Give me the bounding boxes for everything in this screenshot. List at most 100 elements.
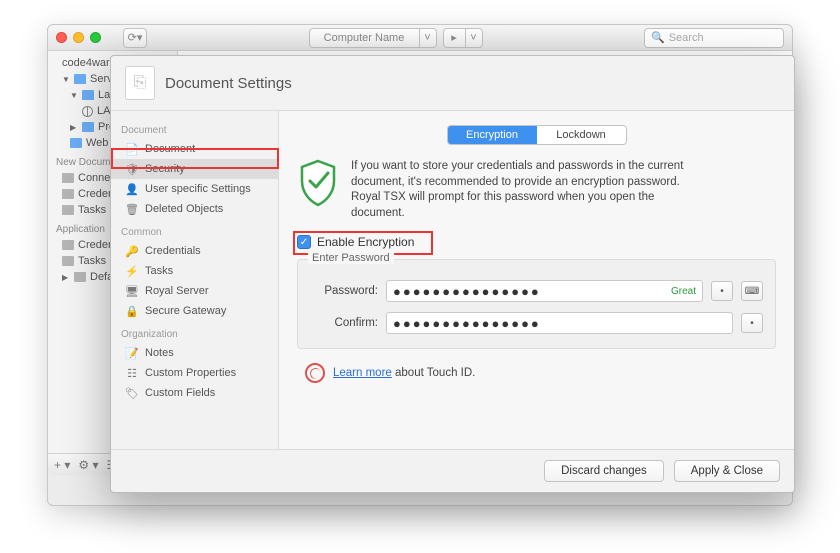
search-icon: 🔍 [651, 31, 665, 44]
confirm-row: Confirm: ●●●●●●●●●●●●●●● • [310, 312, 763, 334]
folder-icon [62, 205, 74, 215]
modal-item-label: Deleted Objects [145, 203, 223, 215]
modal-item-custom-properties[interactable]: ☷ Custom Properties [111, 363, 278, 383]
modal-item-label: Document [145, 143, 195, 155]
modal-footer: Discard changes Apply & Close [111, 449, 794, 492]
touchid-row: Learn more about Touch ID. [305, 363, 776, 383]
search-placeholder: Search [669, 32, 704, 44]
folder-icon [74, 272, 86, 282]
modal-section-document: Document [111, 117, 278, 139]
password-legend: Enter Password [308, 252, 394, 264]
password-row: Password: ●●●●●●●●●●●●●●● Great • ⌨ [310, 280, 763, 302]
enable-encryption-row: ✓ Enable Encryption [297, 235, 776, 249]
enable-encryption-label: Enable Encryption [317, 235, 414, 249]
confirm-value: ●●●●●●●●●●●●●●● [393, 316, 541, 331]
tab-lockdown[interactable]: Lockdown [537, 126, 626, 144]
password-value: ●●●●●●●●●●●●●●● [393, 284, 541, 299]
folder-icon [62, 240, 74, 250]
modal-item-custom-fields[interactable]: 🏷 Custom Fields [111, 383, 278, 403]
apply-close-button[interactable]: Apply & Close [674, 460, 780, 482]
close-window-button[interactable] [56, 32, 67, 43]
modal-item-label: Custom Properties [145, 367, 236, 379]
document-thumb-icon: ⎘ [125, 66, 155, 100]
folder-icon [62, 189, 74, 199]
play-button[interactable]: ▸ [443, 28, 465, 48]
play-dropdown[interactable]: ˅ [465, 28, 483, 48]
folder-icon [74, 74, 86, 84]
titlebar: ⟳▾ Computer Name ˅ ▸ ˅ 🔍 Search [48, 25, 792, 51]
computer-name-group: Computer Name ˅ [309, 28, 437, 48]
tasks-icon: ⚡ [125, 264, 139, 278]
chevron-down-icon: ▼ [70, 91, 78, 100]
tab-encryption[interactable]: Encryption [448, 126, 537, 144]
add-button[interactable]: + ▾ [54, 458, 70, 472]
reveal-password-button[interactable]: • [711, 281, 733, 301]
modal-item-label: Security [145, 163, 185, 175]
modal-item-notes[interactable]: 📝 Notes [111, 343, 278, 363]
minimize-window-button[interactable] [73, 32, 84, 43]
modal-item-document[interactable]: 📄 Document [111, 139, 278, 159]
play-button-group: ▸ ˅ [443, 28, 483, 48]
touchid-icon [305, 363, 325, 383]
document-icon: 📄 [125, 142, 139, 156]
computer-name-dropdown[interactable]: ˅ [419, 28, 437, 48]
search-input[interactable]: 🔍 Search [644, 28, 784, 48]
tag-icon: 🏷 [125, 386, 139, 400]
modal-item-tasks[interactable]: ⚡ Tasks [111, 261, 278, 281]
modal-item-secure-gateway[interactable]: 🔒 Secure Gateway [111, 301, 278, 321]
chevron-down-icon: ▼ [62, 75, 70, 84]
sidebar-item-label: Tasks [78, 255, 106, 267]
lock-icon: 🔒 [125, 304, 139, 318]
modal-body: Document 📄 Document 🛡 Security 👤User speci… [111, 110, 794, 449]
confirm-label: Confirm: [310, 317, 378, 329]
maximize-window-button[interactable] [90, 32, 101, 43]
modal-item-deleted[interactable]: 🗑 Deleted Objects [111, 199, 278, 219]
modal-item-label: Tasks [145, 265, 173, 277]
password-strength: Great [671, 286, 696, 297]
keyboard-button[interactable]: ⌨ [741, 281, 763, 301]
key-icon: 🔑 [125, 244, 139, 258]
modal-item-credentials[interactable]: 🔑 Credentials [111, 241, 278, 261]
reveal-confirm-button[interactable]: • [741, 313, 763, 333]
encryption-info-text: If you want to store your credentials an… [351, 159, 701, 221]
folder-icon [82, 90, 94, 100]
modal-item-label: Secure Gateway [145, 305, 226, 317]
chevron-right-icon: ▶ [62, 273, 70, 282]
touchid-text: about Touch ID. [392, 367, 476, 379]
sidebar-item-label: Tasks [78, 204, 106, 216]
properties-icon: ☷ [125, 366, 139, 380]
password-group: Enter Password Password: ●●●●●●●●●●●●●●●… [297, 259, 776, 349]
globe-icon [82, 106, 93, 117]
enable-encryption-checkbox[interactable]: ✓ [297, 235, 311, 249]
modal-item-label: Credentials [145, 245, 201, 257]
chevron-right-icon: ▶ [70, 123, 78, 132]
shield-icon: 🛡 [125, 162, 139, 176]
info-row: If you want to store your credentials an… [297, 159, 776, 221]
refresh-dropdown-button[interactable]: ⟳▾ [123, 28, 147, 48]
trash-icon: 🗑 [125, 202, 139, 216]
modal-section-organization: Organization [111, 321, 278, 343]
folder-icon [62, 256, 74, 266]
modal-item-label: Custom Fields [145, 387, 215, 399]
modal-item-security[interactable]: 🛡 Security [111, 159, 278, 179]
modal-item-label: Notes [145, 347, 174, 359]
settings-button[interactable]: ⚙ ▾ [78, 458, 98, 472]
confirm-input[interactable]: ●●●●●●●●●●●●●●● [386, 312, 733, 334]
folder-icon [82, 122, 94, 132]
modal-item-label: User specific Settings [145, 183, 251, 195]
password-label: Password: [310, 285, 378, 297]
modal-item-royal-server[interactable]: 🖥 Royal Server [111, 281, 278, 301]
modal-item-user-settings[interactable]: 👤User specific Settings [111, 179, 278, 199]
server-icon: 🖥 [125, 284, 139, 298]
modal-title: Document Settings [165, 75, 292, 92]
notes-icon: 📝 [125, 346, 139, 360]
folder-icon [70, 138, 82, 148]
shield-check-icon [297, 159, 339, 221]
discard-button[interactable]: Discard changes [544, 460, 664, 482]
modal-sidebar: Document 📄 Document 🛡 Security 👤User speci… [111, 111, 279, 449]
modal-item-label: Royal Server [145, 285, 209, 297]
computer-name-field[interactable]: Computer Name [309, 28, 419, 48]
password-input[interactable]: ●●●●●●●●●●●●●●● Great [386, 280, 703, 302]
folder-icon [62, 173, 74, 183]
touchid-learn-more-link[interactable]: Learn more [333, 367, 392, 379]
